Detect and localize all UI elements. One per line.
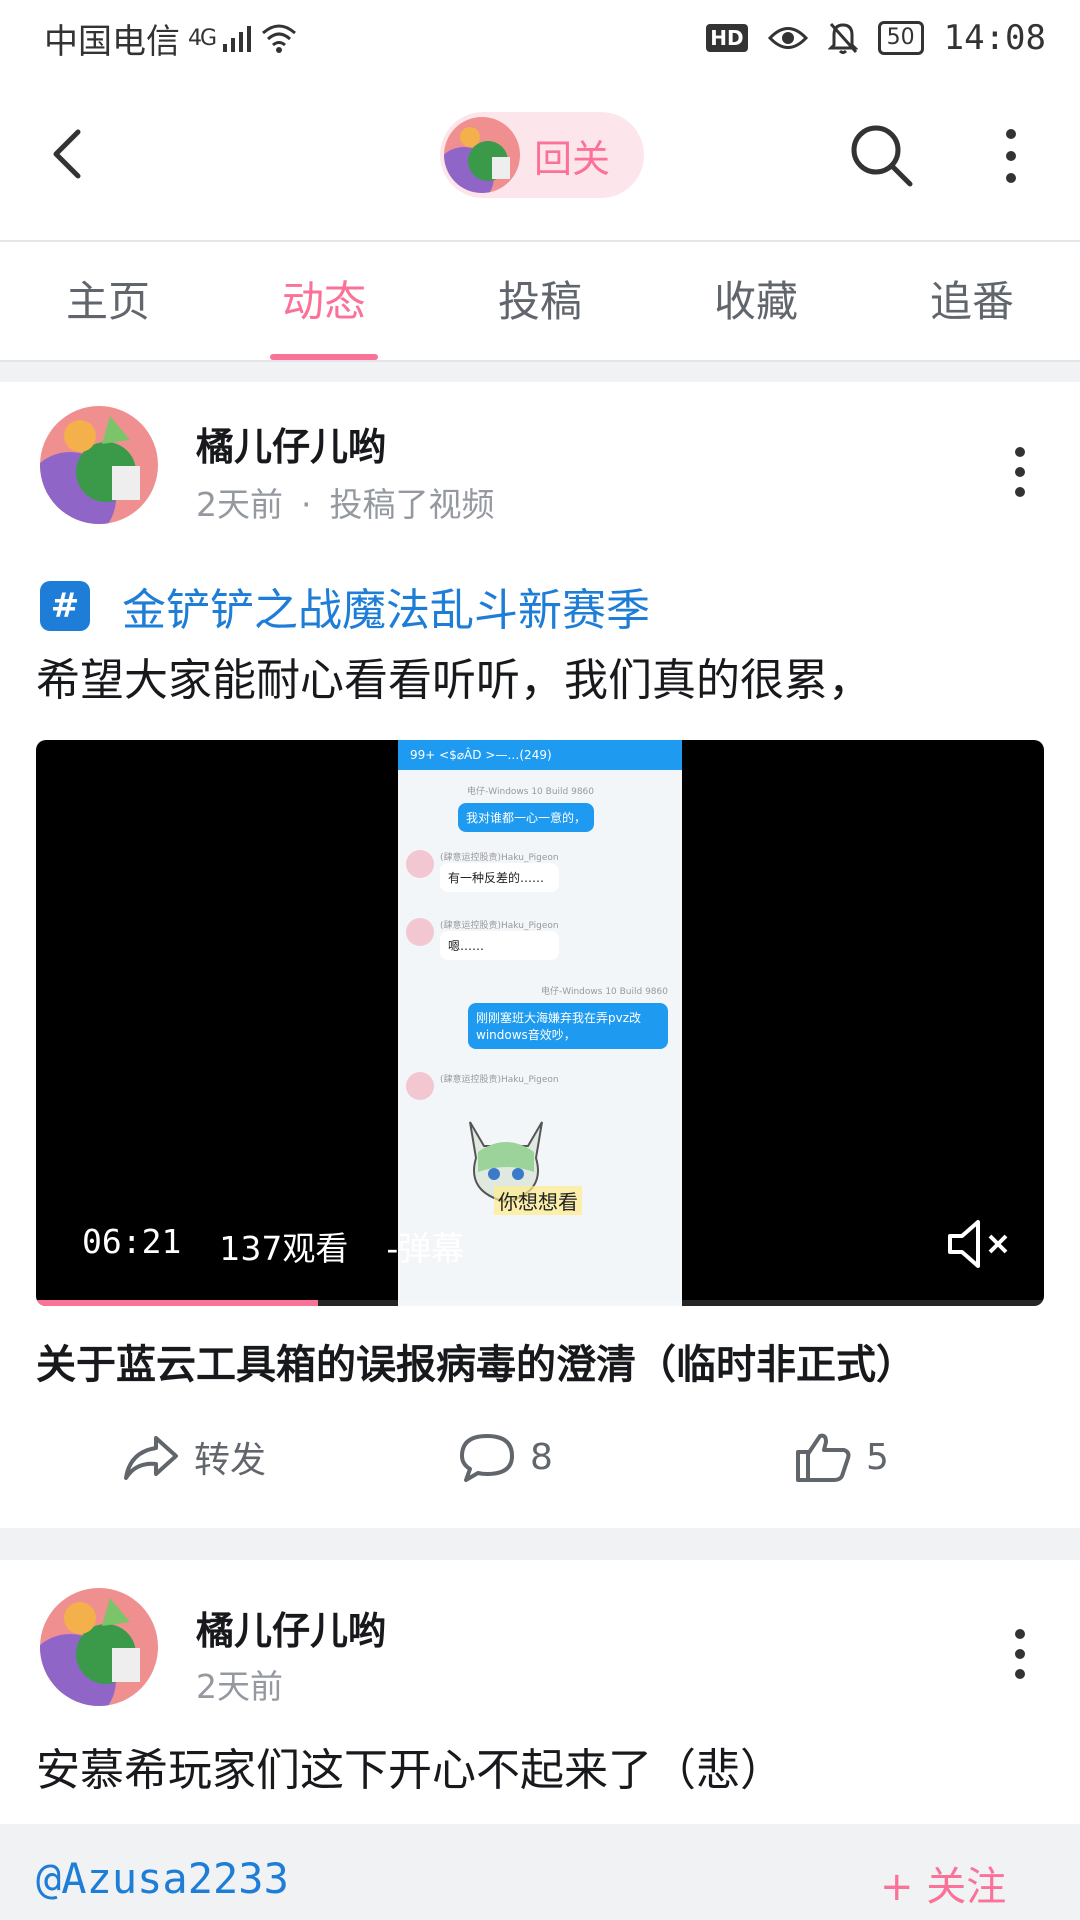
chat-sender: (肆意运控股责)Haku_Pigeon (440, 921, 559, 931)
video-views: 137观看 (219, 1229, 349, 1268)
follow-button[interactable]: + 关注 (880, 1854, 1006, 1912)
carrier-label: 中国电信 (44, 21, 180, 62)
top-nav-bar: 回关 (0, 76, 1080, 240)
follow-back-button[interactable]: 回关 (440, 112, 644, 198)
chat-bubble: 有一种反差的…… (440, 863, 559, 892)
bell-off-icon (827, 23, 858, 54)
post-text: 安慕希玩家们这下开心不起来了（悲） (36, 1745, 784, 1796)
chat-sender: (肆意运控股责)Haku_Pigeon (440, 853, 559, 863)
like-count: 5 (866, 1436, 889, 1478)
chat-sender: 电仔-Windows 10 Build 9860 (467, 787, 595, 797)
follow-back-label: 回关 (534, 136, 611, 181)
feed-post: 橘儿仔儿哟 2天前 · 投稿了视频 # 金铲铲之战魔法乱斗新赛季 希望大家能耐心看看… (0, 382, 1080, 1528)
share-label: 转发 (194, 1440, 267, 1481)
chat-message: (肆意运控股责)Haku_Pigeon 嗯…… (406, 918, 559, 960)
like-button[interactable]: 5 (794, 1428, 889, 1486)
comment-button[interactable]: 8 (458, 1428, 553, 1486)
profile-tabs: 主页 动态 投稿 收藏 追番 (0, 240, 1080, 362)
avatar[interactable] (40, 1588, 158, 1706)
avatar (406, 850, 434, 878)
video-danmaku: -弹幕 (386, 1229, 465, 1268)
chat-message: 电仔-Windows 10 Build 9860 刚刚塞班大海嫌弃我在弄pvz改… (438, 984, 668, 1049)
author-name[interactable]: 橘儿仔儿哟 (196, 416, 386, 471)
post-time: 2天前 (196, 485, 283, 524)
share-icon (124, 1436, 178, 1480)
signal-icon (223, 26, 252, 52)
post-time: 2天前 (196, 1667, 283, 1706)
eye-icon (767, 27, 808, 49)
chat-bubble: 嗯…… (440, 931, 559, 960)
avatar (444, 117, 520, 193)
chat-header: 99+ <$⌀ÂD >—…(249) (398, 740, 682, 770)
avatar (406, 1072, 434, 1100)
post-meta: 2天前 · 投稿了视频 (196, 478, 495, 526)
post-text: 希望大家能耐心看看听听，我们真的很累， (36, 655, 872, 706)
author-name[interactable]: 橘儿仔儿哟 (196, 1600, 386, 1655)
post-actions: 转发 8 5 (0, 1428, 1080, 1508)
video-player[interactable]: 99+ <$⌀ÂD >—…(249) 电仔-Windows 10 Build 9… (36, 740, 1044, 1306)
comment-icon (460, 1434, 514, 1482)
forwarded-content-bar: @Azusa2233 + 关注 (0, 1824, 1080, 1920)
avatar (406, 918, 434, 946)
mute-icon[interactable] (944, 1214, 1014, 1274)
chat-message: (肆意运控股责)Haku_Pigeon (406, 1072, 559, 1100)
tab-favorites[interactable]: 收藏 (648, 242, 864, 360)
video-duration: 06:21 (82, 1222, 182, 1261)
chat-sender: (肆意运控股责)Haku_Pigeon (440, 1075, 559, 1085)
video-info: 06:21 137观看 -弹幕 (82, 1222, 464, 1270)
chat-message: 电仔-Windows 10 Build 9860 我对谁都一心一意的， (458, 784, 595, 832)
topic-label: 金铲铲之战魔法乱斗新赛季 (122, 585, 650, 636)
more-options-icon[interactable] (1005, 1624, 1035, 1684)
post-action: 投稿了视频 (329, 485, 495, 524)
back-icon[interactable] (40, 124, 100, 184)
meta-separator: · (301, 485, 312, 524)
video-subtitle: 你想想看 (494, 1186, 582, 1215)
thumbs-up-icon (796, 1433, 851, 1482)
wifi-icon (262, 24, 297, 53)
share-button[interactable]: 转发 (122, 1428, 266, 1486)
chat-sender: 电仔-Windows 10 Build 9860 (541, 987, 668, 997)
mention-link[interactable]: @Azusa2233 (36, 1854, 289, 1903)
clock: 14:08 (943, 18, 1046, 58)
more-options-icon[interactable] (1005, 442, 1035, 502)
search-icon[interactable] (848, 122, 914, 188)
network-label: 4G (188, 25, 217, 51)
hd-badge: HD (706, 24, 748, 52)
video-title[interactable]: 关于蓝云工具箱的误报病毒的澄清（临时非正式） (36, 1332, 916, 1390)
chat-bubble: 刚刚塞班大海嫌弃我在弄pvz改windows音效吵， (468, 1003, 668, 1049)
feed-post: 橘儿仔儿哟 2天前 安慕希玩家们这下开心不起来了（悲） @Azusa2233 +… (0, 1560, 1080, 1920)
chat-bubble: 我对谁都一心一意的， (458, 803, 595, 832)
avatar[interactable] (40, 406, 158, 524)
tab-home[interactable]: 主页 (0, 242, 216, 360)
more-options-icon[interactable] (996, 126, 1026, 186)
hashtag-icon: # (40, 581, 90, 631)
tab-uploads[interactable]: 投稿 (432, 242, 648, 360)
status-bar: 中国电信 4G HD 50 14:08 (0, 0, 1080, 76)
topic-tag[interactable]: # 金铲铲之战魔法乱斗新赛季 (40, 574, 650, 638)
battery-indicator: 50 (877, 21, 924, 55)
tab-bangumi[interactable]: 追番 (864, 242, 1080, 360)
tab-dynamics[interactable]: 动态 (216, 242, 432, 360)
chat-message: (肆意运控股责)Haku_Pigeon 有一种反差的…… (406, 850, 559, 892)
video-progress-bar (36, 1300, 319, 1306)
comment-count: 8 (530, 1436, 553, 1478)
